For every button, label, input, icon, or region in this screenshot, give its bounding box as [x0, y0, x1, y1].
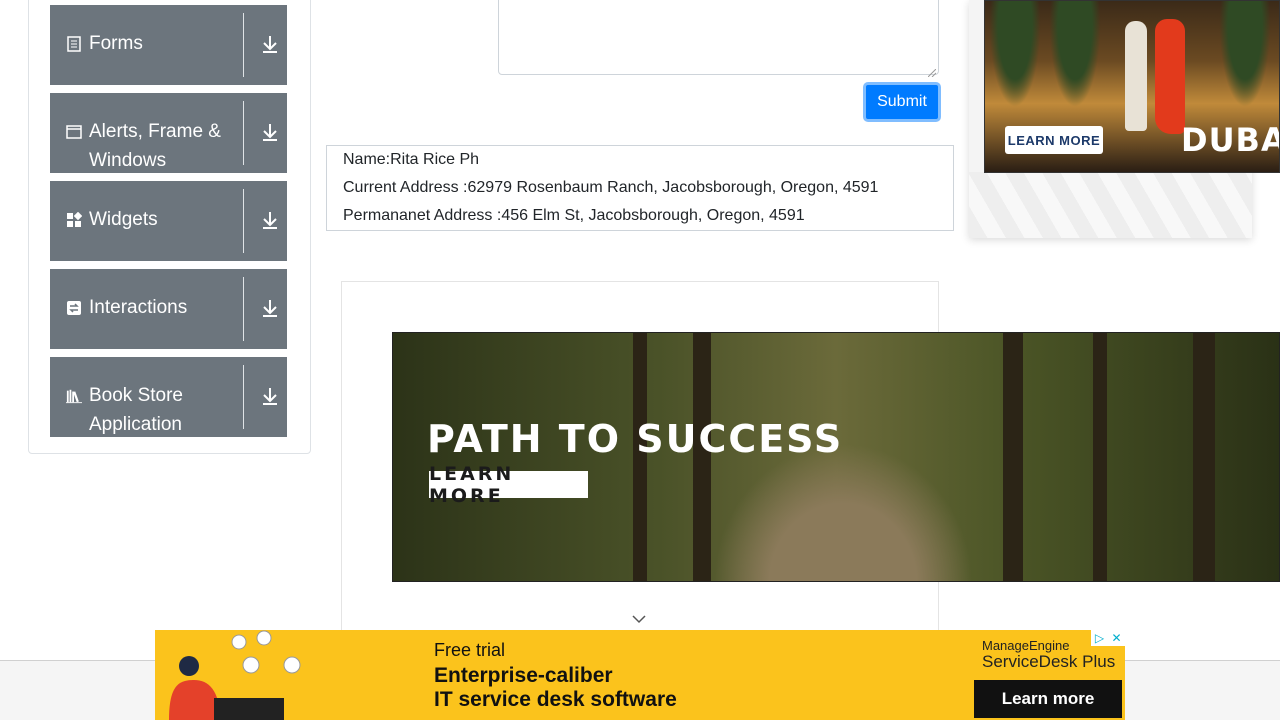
output-permanent-address: Permananet Address :456 Elm St, Jacobsbo…	[343, 207, 805, 224]
servicedesk-ad-cta[interactable]: Learn more	[974, 680, 1122, 718]
forest-ad[interactable]: PATH TO SUCCESS LEARN MORE	[392, 332, 1280, 582]
interactions-icon	[66, 300, 82, 316]
servicedesk-ad-line1: Free trial	[434, 640, 506, 660]
vendor-logo: ManageEngine	[982, 638, 1070, 653]
forest-ad-cta[interactable]: LEARN MORE	[429, 463, 588, 507]
person-laptop-illustration	[159, 630, 309, 720]
servicedesk-ad-line3: IT service desk software	[434, 688, 677, 711]
person-figure	[1155, 19, 1185, 134]
palm-decoration	[1045, 1, 1105, 121]
divider	[243, 277, 244, 341]
window-icon	[66, 124, 82, 140]
sidebar-group-label: Forms	[89, 33, 143, 54]
download-icon[interactable]	[260, 33, 280, 55]
tree-decoration	[1003, 333, 1023, 581]
palm-decoration	[985, 1, 1045, 121]
divider	[243, 101, 244, 165]
tree-decoration	[1093, 333, 1107, 581]
person-figure	[1125, 21, 1147, 131]
permanent-address-textarea[interactable]	[498, 0, 939, 78]
download-icon[interactable]	[260, 121, 280, 143]
ad-choices-icon[interactable]: ▷	[1091, 630, 1108, 646]
forest-ad-headline: PATH TO SUCCESS	[427, 417, 844, 461]
sidebar-group-widgets[interactable]: Widgets	[50, 181, 287, 261]
dubai-logo: DUBAI	[1181, 121, 1279, 159]
sidebar-group-alerts[interactable]: Alerts, Frame & Windows	[50, 93, 287, 173]
sidebar-group-label: Widgets	[89, 209, 158, 230]
download-icon[interactable]	[260, 297, 280, 319]
output-box: Name:Rita Rice Ph Current Address :62979…	[326, 145, 954, 231]
output-current-address: Current Address :62979 Rosenbaum Ranch, …	[343, 179, 879, 196]
sidebar-group-label: Alerts, Frame & Windows	[89, 121, 221, 171]
divider	[243, 13, 244, 77]
sidebar-group-label: Book Store Application	[89, 385, 183, 435]
sidebar-group-forms[interactable]: Forms	[50, 5, 287, 85]
divider	[243, 189, 244, 253]
sidebar-group-interactions[interactable]: Interactions	[50, 269, 287, 349]
output-name: Name:Rita Rice Ph	[343, 151, 480, 168]
form-icon	[66, 36, 82, 52]
product-name: ServiceDesk Plus	[982, 652, 1116, 671]
pattern-background	[969, 172, 1252, 238]
dubai-ad[interactable]: LEARN MORE DUBAI	[984, 0, 1280, 173]
close-icon[interactable]: ✕	[1108, 630, 1125, 646]
trail-decoration	[713, 443, 973, 581]
sidebar-group-book-store[interactable]: Book Store Application	[50, 357, 287, 437]
resize-handle-icon[interactable]	[927, 64, 937, 78]
submit-button[interactable]: Submit	[863, 82, 941, 122]
ad-choices[interactable]: ▷ ✕	[1091, 630, 1125, 646]
servicedesk-ad-line2: Enterprise-caliber	[434, 664, 613, 687]
servicedesk-ad[interactable]: Free trial Enterprise-caliber IT service…	[155, 630, 1125, 720]
palm-decoration	[1215, 1, 1275, 121]
sidebar-group-label: Interactions	[89, 297, 188, 318]
download-icon[interactable]	[260, 209, 280, 231]
dubai-ad-cta[interactable]: LEARN MORE	[1005, 126, 1103, 154]
tree-decoration	[1193, 333, 1215, 581]
books-icon	[66, 388, 82, 404]
widgets-icon	[66, 212, 82, 228]
divider	[243, 365, 244, 429]
download-icon[interactable]	[260, 385, 280, 407]
chevron-down-icon[interactable]	[631, 612, 647, 624]
